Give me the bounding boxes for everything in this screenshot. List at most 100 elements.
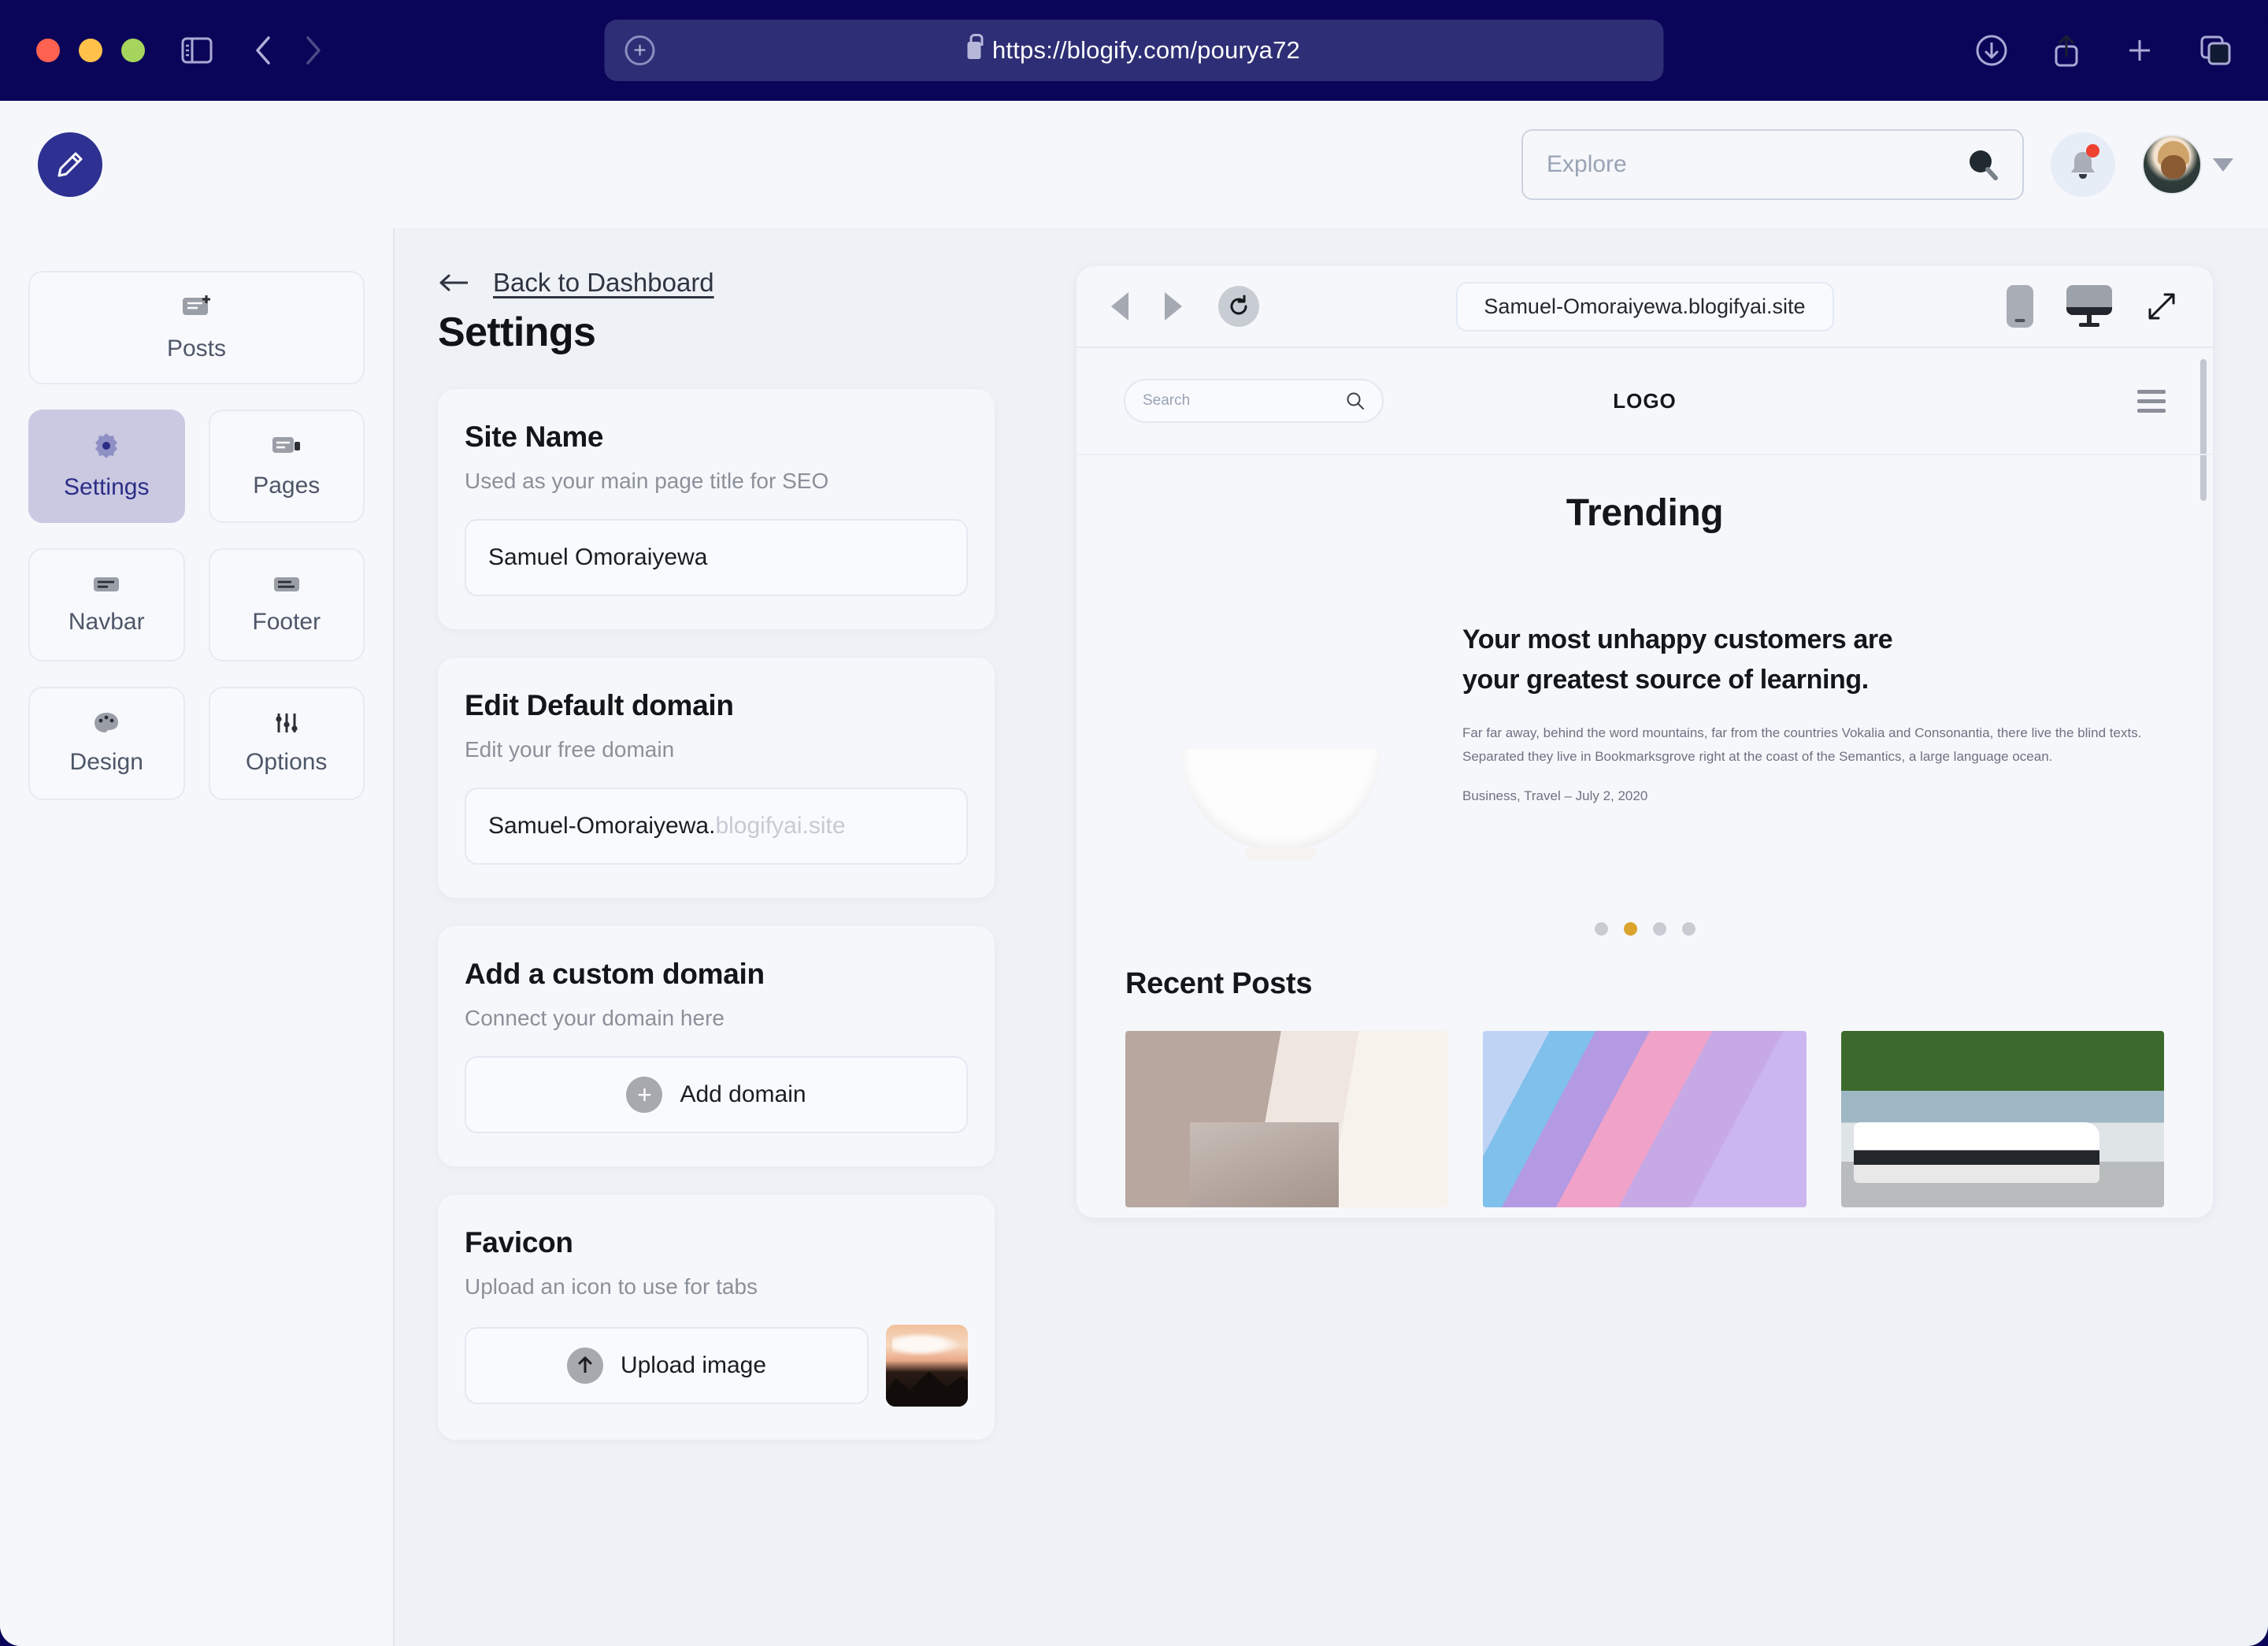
add-tab-icon[interactable]: [2125, 35, 2155, 65]
carousel-dot[interactable]: [1594, 922, 1608, 936]
sidebar-item-settings[interactable]: Settings: [28, 410, 185, 523]
maximize-window-button[interactable]: [121, 39, 145, 62]
default-domain-suffix: blogifyai.site: [715, 813, 846, 839]
arrow-left-icon[interactable]: [438, 272, 471, 293]
sidebar-item-posts[interactable]: Posts: [28, 271, 365, 384]
sidebar-item-design[interactable]: Design: [28, 687, 185, 800]
upload-circle-icon: [566, 1348, 603, 1384]
default-domain-value: Samuel-Omoraiyewa.: [488, 813, 716, 839]
compose-button[interactable]: [38, 132, 102, 197]
desktop-device-icon[interactable]: [2066, 285, 2112, 328]
address-bar-url: https://blogify.com/pourya72: [991, 36, 1300, 64]
post-add-icon: [180, 293, 213, 321]
hero-post-body-line2: Separated they live in Bookmarksgrove ri…: [1462, 749, 2053, 765]
card-title: Add a custom domain: [465, 958, 765, 990]
sidebar-item-label: Footer: [252, 609, 321, 635]
preview-search-input[interactable]: Search: [1124, 379, 1384, 423]
recent-posts-heading: Recent Posts: [1125, 967, 1313, 1000]
sliders-icon: [272, 711, 301, 735]
app-body: Posts Settings Pages Navbar Footer Desig…: [0, 228, 2268, 1646]
expand-arrows-icon[interactable]: [2145, 290, 2178, 323]
app-header-right: [1521, 129, 2233, 200]
sidebar-item-pages[interactable]: Pages: [208, 410, 365, 523]
default-domain-input[interactable]: Samuel-Omoraiyewa. blogifyai.site: [465, 788, 968, 865]
user-menu[interactable]: [2142, 135, 2233, 195]
card-subtitle: Used as your main page title for SEO: [465, 469, 829, 493]
hamburger-icon[interactable]: [2137, 389, 2166, 413]
sidebar-item-label: Navbar: [68, 609, 145, 635]
search-input[interactable]: [1547, 151, 2002, 178]
upload-image-label: Upload image: [620, 1352, 767, 1378]
sidebar-item-label: Design: [69, 749, 143, 775]
preview-url[interactable]: Samuel-Omoraiyewa.blogifyai.site: [1455, 281, 1834, 332]
search-icon[interactable]: [1964, 146, 2002, 184]
hero-post-title-line2: your greatest source of learning.: [1462, 665, 1869, 695]
preview-back-icon[interactable]: [1111, 292, 1128, 321]
hero-post-meta: Business, Travel – July 2, 2020: [1462, 788, 1648, 804]
recent-posts-grid: [1125, 1031, 2164, 1207]
notifications-button[interactable]: [2051, 132, 2115, 197]
site-name-input[interactable]: Samuel Omoraiyewa: [465, 519, 968, 596]
preview-site-logo: LOGO: [1613, 388, 1677, 413]
footer-icon: [272, 574, 301, 595]
back-to-dashboard-link[interactable]: Back to Dashboard: [493, 268, 714, 298]
bedroom-lamp-photo[interactable]: [1125, 1031, 1449, 1207]
settings-panel: Back to Dashboard Settings Site Name Use…: [395, 228, 1042, 1646]
download-icon[interactable]: [1975, 34, 2008, 67]
pencil-icon: [54, 149, 86, 180]
browser-toolbar-right: [1975, 33, 2232, 68]
browser-nav-arrows: [254, 35, 323, 65]
reload-icon[interactable]: [1218, 286, 1259, 327]
card-subtitle: Connect your domain here: [465, 1006, 724, 1030]
sidebar-item-navbar[interactable]: Navbar: [28, 548, 185, 662]
app-header: [0, 101, 2268, 228]
sidebar-toggle-icon[interactable]: [181, 37, 213, 64]
preview-site-nav: Search LOGO: [1077, 348, 2213, 455]
carousel-dot-active[interactable]: [1623, 922, 1637, 936]
abstract-ribbons-photo[interactable]: [1483, 1031, 1807, 1207]
lock-icon: [967, 34, 984, 59]
default-domain-card: Edit Default domain Edit your free domai…: [438, 658, 995, 898]
close-window-button[interactable]: [36, 39, 60, 62]
address-bar[interactable]: + https://blogify.com/pourya72: [604, 20, 1664, 81]
search-icon[interactable]: [1346, 391, 1365, 410]
preview-nav-controls: [1111, 286, 1259, 327]
sidebar-item-footer[interactable]: Footer: [208, 548, 365, 662]
preview-toolbar: Samuel-Omoraiyewa.blogifyai.site: [1077, 266, 2213, 348]
site-name-card: Site Name Used as your main page title f…: [438, 389, 995, 629]
sidebar-item-options[interactable]: Options: [208, 687, 365, 800]
upload-image-button[interactable]: Upload image: [465, 1327, 869, 1404]
navbar-icon: [92, 574, 120, 595]
carousel-dot[interactable]: [1681, 922, 1695, 936]
hero-post[interactable]: Your most unhappy customers are your gre…: [1125, 576, 2164, 892]
card-title: Edit Default domain: [465, 689, 734, 721]
chevron-down-icon[interactable]: [2213, 158, 2233, 172]
card-subtitle: Upload an icon to use for tabs: [465, 1274, 758, 1299]
breadcrumb: Back to Dashboard: [438, 268, 995, 298]
add-domain-button[interactable]: + Add domain: [465, 1056, 968, 1133]
browser-toolbar: + https://blogify.com/pourya72: [0, 0, 2268, 101]
share-icon[interactable]: [2052, 33, 2081, 68]
preview-site-content: Search LOGO Trending Your most unhappy c…: [1077, 348, 2213, 1218]
avatar: [2142, 135, 2202, 195]
sidebar-item-label: Settings: [64, 474, 150, 500]
carousel-dot[interactable]: [1652, 922, 1666, 936]
forward-chevron-icon[interactable]: [304, 35, 323, 65]
favicon-upload-row: Upload image: [465, 1325, 968, 1407]
mobile-device-icon[interactable]: [2007, 285, 2033, 328]
white-car-photo[interactable]: [1840, 1031, 2164, 1207]
sidebar-tile-grid: Posts Settings Pages Navbar Footer Desig…: [28, 271, 365, 800]
hero-post-body-line1: Far far away, behind the word mountains,…: [1462, 725, 2142, 740]
minimize-window-button[interactable]: [79, 39, 102, 62]
browser-window: + https://blogify.com/pourya72 Explore P…: [0, 0, 2268, 1646]
fruit-bowl-photo: [1125, 576, 1436, 892]
tabs-icon[interactable]: [2199, 35, 2232, 66]
explore-search[interactable]: [1521, 129, 2024, 200]
sidebar-item-label: Options: [246, 749, 328, 775]
preview-forward-icon[interactable]: [1165, 292, 1182, 321]
favicon-preview-thumbnail[interactable]: [886, 1325, 968, 1407]
site-name-value: Samuel Omoraiyewa: [488, 544, 708, 570]
plus-circle-icon: +: [626, 1077, 663, 1113]
back-chevron-icon[interactable]: [254, 35, 272, 65]
plus-icon[interactable]: +: [624, 35, 655, 65]
